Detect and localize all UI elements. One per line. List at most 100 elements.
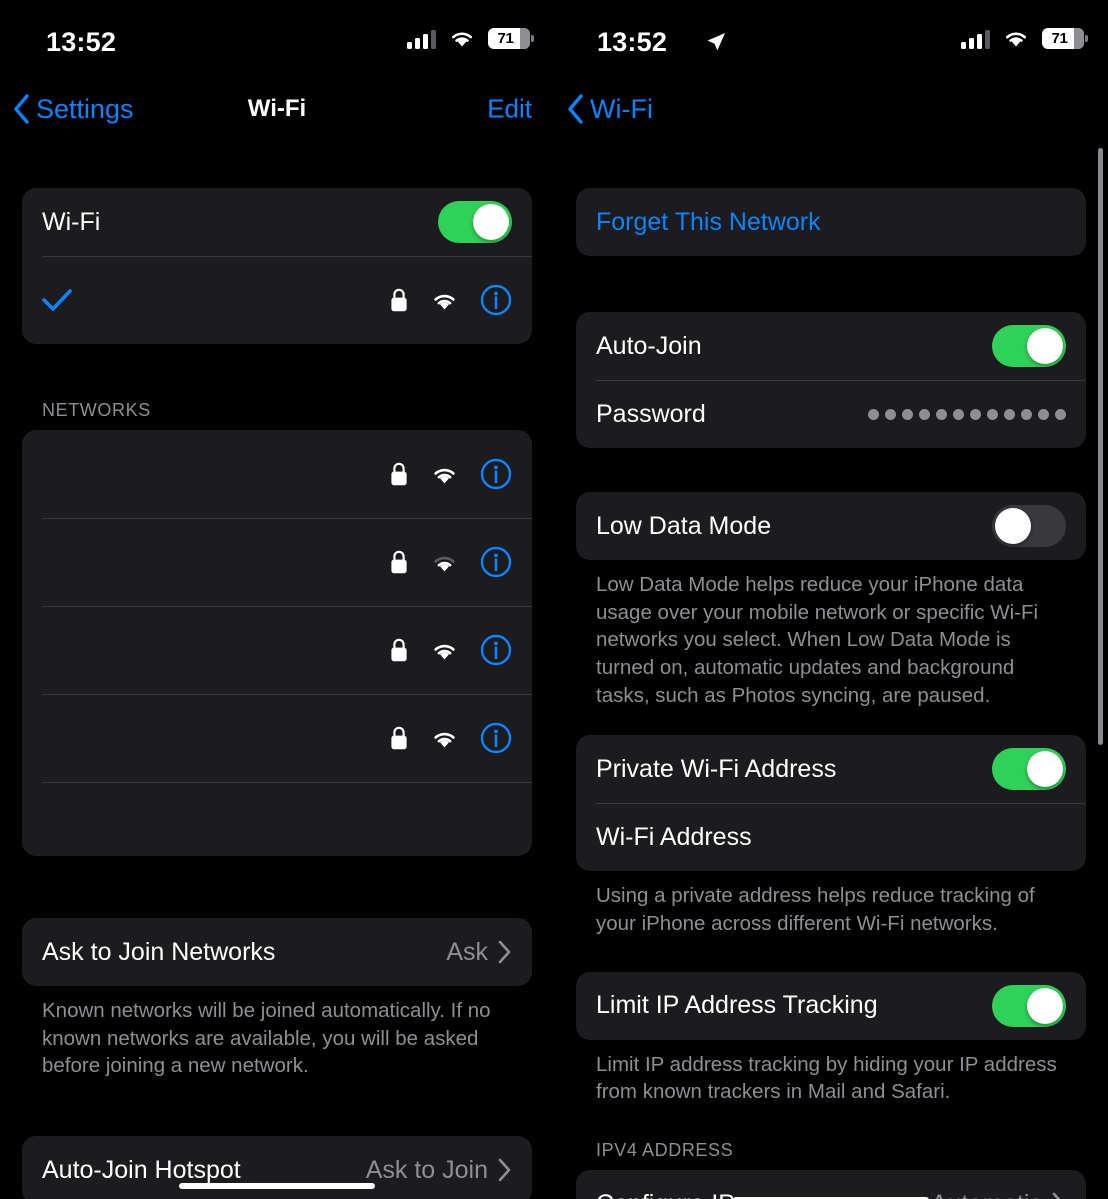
vertical-scrollbar[interactable]: [1098, 148, 1103, 745]
networks-group: [22, 430, 532, 856]
battery-level: 71: [497, 30, 514, 47]
network-row-icons: [389, 546, 512, 578]
chevron-left-icon: [568, 94, 583, 124]
info-icon[interactable]: [480, 634, 512, 666]
password-masked-value: [868, 408, 1066, 420]
wifi-list-screen: 13:52 71 Settings Wi-Fi Edit Wi-Fi NETWO…: [0, 0, 554, 1199]
private-wifi-address-toggle[interactable]: [992, 748, 1066, 791]
wifi-toggle-group: Wi-Fi: [22, 188, 532, 344]
lock-icon: [391, 288, 407, 312]
page-title: Wi-Fi: [247, 95, 307, 122]
status-bar-indicators: 71: [407, 28, 534, 49]
auto-join-password-group: Auto-Join Password: [576, 312, 1086, 448]
low-data-mode-footnote: Low Data Mode helps reduce your iPhone d…: [596, 573, 1039, 707]
low-data-mode-row[interactable]: Low Data Mode: [576, 492, 1086, 560]
battery-icon: 71: [488, 28, 534, 49]
checkmark-icon: [42, 289, 72, 311]
private-wifi-address-group: Private Wi-Fi Address Wi-Fi Address: [576, 735, 1086, 872]
wifi-toggle-switch[interactable]: [438, 201, 512, 243]
wifi-signal-icon: [434, 732, 455, 747]
lock-icon: [391, 638, 407, 662]
status-bar-left: 13:52 71: [0, 0, 554, 74]
wifi-signal-icon: [434, 644, 455, 659]
cellular-bars-icon: [407, 29, 436, 49]
private-wifi-address-footnote: Using a private address helps reduce tra…: [596, 884, 1035, 936]
auto-join-hotspot-row[interactable]: Auto-Join Hotspot Ask to Join: [22, 1136, 532, 1199]
battery-level: 71: [1051, 30, 1068, 47]
ask-to-join-group: Ask to Join Networks Ask: [22, 918, 532, 986]
lock-icon: [391, 462, 407, 486]
wifi-icon: [452, 32, 472, 47]
configure-ip-row[interactable]: Configure IP Automatic: [576, 1170, 1086, 1199]
network-row-icons: [389, 634, 512, 666]
ask-to-join-networks-row[interactable]: Ask to Join Networks Ask: [22, 918, 532, 986]
info-icon[interactable]: [480, 546, 512, 578]
wifi-address-label: Wi-Fi Address: [596, 822, 752, 851]
battery-icon: 71: [1042, 28, 1088, 49]
back-button-wifi[interactable]: Wi-Fi: [566, 93, 653, 125]
networks-section-header: NETWORKS: [42, 400, 151, 420]
back-button-label: Wi-Fi: [590, 93, 653, 124]
ask-to-join-value: Ask: [446, 937, 488, 966]
location-arrow-icon: [707, 33, 725, 51]
network-row-icons: [389, 722, 512, 754]
wifi-address-row: Wi-Fi Address: [576, 803, 1086, 871]
private-wifi-address-label: Private Wi-Fi Address: [596, 754, 837, 783]
panel-divider: [554, 0, 555, 1199]
lock-icon: [391, 550, 407, 574]
status-bar-time: 13:52: [46, 27, 117, 57]
nav-bar-left: Settings Wi-Fi Edit: [0, 74, 554, 144]
forget-network-group: Forget This Network: [576, 188, 1086, 256]
status-bar-indicators: 71: [961, 28, 1088, 49]
auto-join-hotspot-value: Ask to Join: [365, 1155, 488, 1184]
dual-panel-screenshot: 13:52 71 Settings Wi-Fi Edit Wi-Fi NETWO…: [0, 0, 1108, 1199]
forget-this-network-row[interactable]: Forget This Network: [576, 188, 1086, 256]
info-icon[interactable]: [480, 284, 512, 316]
network-row-empty[interactable]: [22, 782, 532, 856]
wifi-signal-icon: [434, 556, 455, 571]
low-data-mode-group: Low Data Mode: [576, 492, 1086, 560]
forget-this-network-label: Forget This Network: [596, 207, 821, 236]
limit-ip-tracking-group: Limit IP Address Tracking: [576, 971, 1086, 1040]
limit-ip-tracking-row[interactable]: Limit IP Address Tracking: [576, 972, 1086, 1040]
edit-button[interactable]: Edit: [487, 94, 532, 125]
cellular-bars-icon: [961, 29, 990, 49]
home-indicator: [179, 1183, 375, 1189]
connected-network-row[interactable]: [22, 256, 532, 344]
info-icon[interactable]: [480, 722, 512, 754]
network-row[interactable]: [22, 518, 532, 606]
lock-icon: [391, 726, 407, 750]
private-wifi-address-row[interactable]: Private Wi-Fi Address: [576, 735, 1086, 803]
configure-ip-value: Automatic: [931, 1190, 1042, 1199]
wifi-toggle-row[interactable]: Wi-Fi: [22, 188, 532, 256]
wifi-signal-icon: [434, 294, 455, 309]
wifi-icon: [1006, 32, 1026, 47]
info-icon[interactable]: [480, 458, 512, 490]
auto-join-hotspot-label: Auto-Join Hotspot: [42, 1155, 241, 1184]
limit-ip-tracking-footnote: Limit IP address tracking by hiding your…: [596, 1052, 1057, 1104]
auto-join-label: Auto-Join: [596, 331, 702, 360]
wifi-signal-icon: [434, 468, 455, 483]
network-row[interactable]: [22, 694, 532, 782]
ipv4-address-section-header: IPV4 ADDRESS: [596, 1140, 734, 1161]
auto-join-row[interactable]: Auto-Join: [576, 312, 1086, 380]
wifi-list-content: Wi-Fi NETWORKS Ask to Join Networks Ask …: [0, 144, 554, 1199]
limit-ip-tracking-toggle[interactable]: [992, 984, 1066, 1027]
status-bar-time: 13:52: [597, 27, 668, 57]
low-data-mode-toggle[interactable]: [992, 505, 1066, 547]
network-detail-content: Forget This Network Auto-Join Password L…: [554, 144, 1108, 1199]
ask-to-join-footnote: Known networks will be joined automatica…: [42, 999, 491, 1078]
auto-join-toggle[interactable]: [992, 325, 1066, 367]
ask-to-join-label: Ask to Join Networks: [42, 937, 276, 966]
network-row-icons: [389, 458, 512, 490]
password-row[interactable]: Password: [576, 380, 1086, 448]
chevron-right-icon: [498, 1158, 511, 1182]
limit-ip-tracking-label: Limit IP Address Tracking: [596, 991, 878, 1020]
auto-join-hotspot-group: Auto-Join Hotspot Ask to Join: [22, 1136, 532, 1199]
wifi-toggle-label: Wi-Fi: [42, 207, 101, 236]
network-detail-screen: 13:52 71 Wi-Fi Forget This Network Auto-…: [554, 0, 1108, 1199]
network-row[interactable]: [22, 430, 532, 518]
network-row[interactable]: [22, 606, 532, 694]
status-bar-right: 13:52 71: [554, 0, 1108, 74]
nav-bar-right: Wi-Fi: [554, 74, 1108, 144]
